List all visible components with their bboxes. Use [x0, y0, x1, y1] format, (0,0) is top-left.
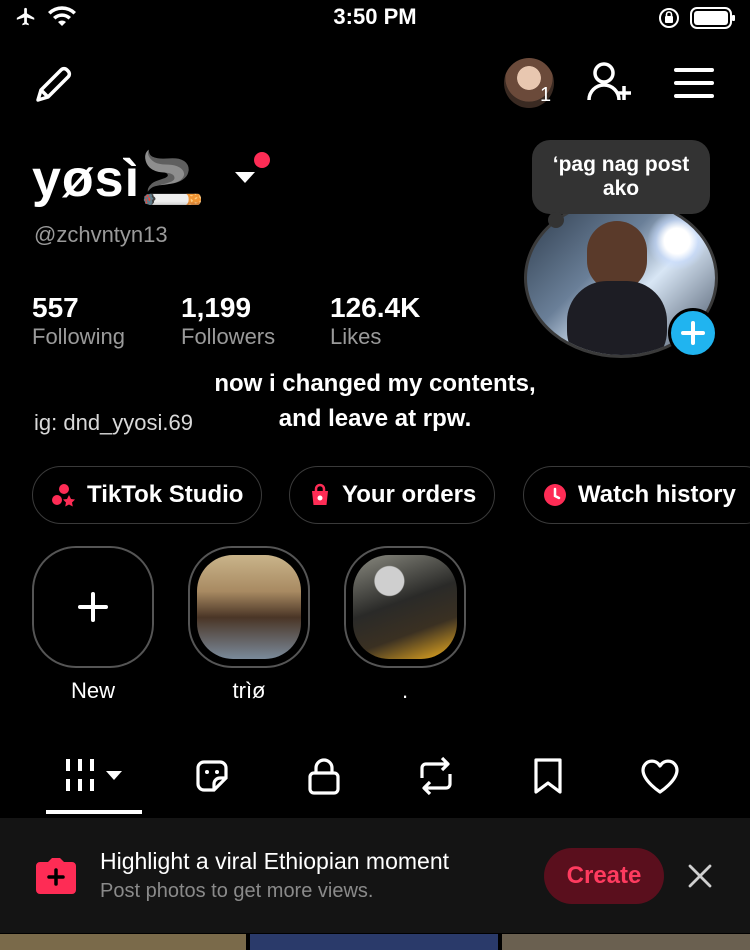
tab-liked[interactable] — [630, 756, 690, 796]
bookmark-icon — [534, 758, 562, 794]
create-post-icon — [32, 856, 80, 901]
bio-line-1: now i changed my contents, — [214, 370, 536, 397]
notification-count: 1 — [540, 84, 552, 106]
video-thumbnail[interactable] — [250, 934, 498, 950]
highlight-trio[interactable] — [188, 546, 310, 668]
plus-icon — [78, 592, 108, 622]
notification-dot — [254, 152, 270, 168]
note-bubble-tail — [548, 212, 564, 228]
add-story-button[interactable] — [668, 308, 718, 358]
plus-icon — [681, 321, 705, 345]
stat-value: 126.4K — [330, 292, 421, 323]
highlight-new[interactable] — [32, 546, 154, 668]
stat-label: Likes — [330, 324, 382, 349]
video-thumbnail[interactable] — [0, 934, 246, 950]
heart-icon — [641, 759, 679, 794]
bio-ig: ig: dnd_yyosi.69 — [34, 410, 193, 435]
rotation-lock-icon — [659, 8, 679, 28]
battery-icon — [690, 7, 735, 29]
tab-private[interactable] — [294, 756, 354, 796]
lock-icon — [308, 758, 340, 795]
orders-icon — [312, 483, 328, 505]
stat-following[interactable]: 557 Following — [32, 292, 125, 350]
highlight-label: trìø — [232, 678, 266, 703]
pill-label: TikTok Studio — [87, 481, 244, 508]
grid-icon — [66, 759, 122, 791]
repost-icon — [420, 756, 452, 796]
promo-banner: Highlight a viral Ethiopian moment Post … — [0, 818, 750, 933]
stat-followers[interactable]: 1,199 Followers — [181, 292, 275, 350]
watch-history-button[interactable]: Watch history — [523, 466, 750, 524]
tab-stickers[interactable] — [182, 756, 242, 796]
close-icon[interactable] — [686, 862, 714, 895]
tab-active-indicator — [46, 810, 142, 814]
banner-title: Highlight a viral Ethiopian moment — [100, 848, 450, 874]
highlight-label: New — [70, 678, 115, 703]
handle: @zchvntyn13 — [34, 222, 168, 247]
note-bubble[interactable]: ‘pag nag post ako — [532, 140, 710, 214]
bio-line-2: and leave at rpw. — [278, 405, 472, 432]
tiktok-studio-button[interactable]: TikTok Studio — [32, 466, 263, 524]
tab-favorites[interactable] — [518, 756, 578, 796]
status-time: 3:50 PM — [333, 4, 417, 29]
highlight-thumbnail — [353, 555, 457, 659]
highlight-dot[interactable] — [344, 546, 466, 668]
stat-label: Following — [32, 324, 125, 349]
banner-subtitle: Post photos to get more views. — [100, 880, 374, 902]
add-friend-icon[interactable] — [586, 60, 634, 111]
username: yøsì🚬 — [32, 150, 206, 208]
stat-value: 1,199 — [181, 292, 252, 323]
edit-pencil-icon[interactable] — [30, 62, 76, 113]
stat-value: 557 — [32, 292, 79, 323]
create-button[interactable]: Create — [544, 848, 664, 904]
highlight-thumbnail — [197, 555, 301, 659]
tab-videos[interactable] — [62, 756, 128, 796]
stat-label: Followers — [181, 324, 276, 349]
status-right — [658, 6, 736, 30]
pill-label: Your orders — [342, 481, 477, 508]
your-orders-button[interactable]: Your orders — [289, 466, 496, 524]
video-thumbnail[interactable] — [502, 934, 750, 950]
stat-likes[interactable]: 126.4K Likes — [330, 292, 420, 350]
menu-icon[interactable] — [674, 66, 714, 105]
highlight-label: . — [401, 678, 409, 703]
studio-icon — [52, 484, 75, 507]
account-switch-chevron-icon[interactable] — [232, 168, 258, 191]
clock-icon — [544, 484, 566, 506]
tab-reposts[interactable] — [406, 756, 466, 796]
sticker-icon — [196, 760, 228, 792]
pill-label: Watch history — [578, 481, 736, 508]
